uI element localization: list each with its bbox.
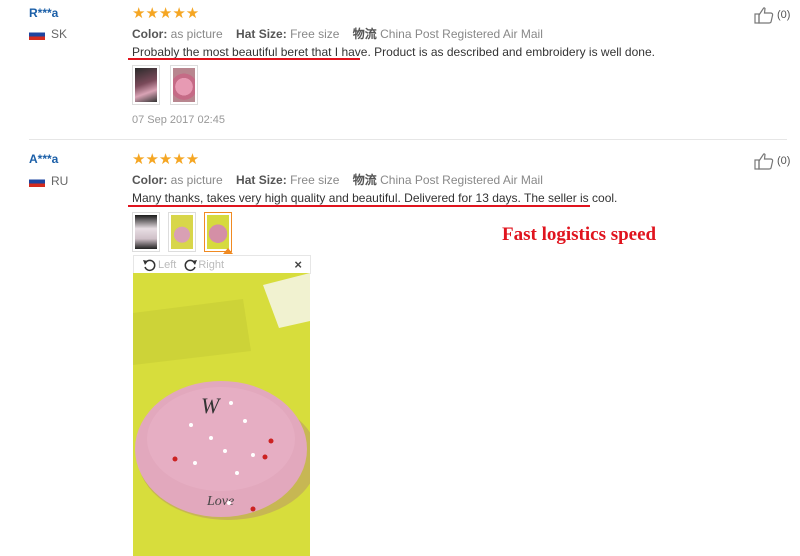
- shipping-value: China Post Registered Air Mail: [380, 27, 543, 41]
- thumbs-up-icon: [754, 153, 774, 170]
- annotation-underline: [128, 58, 360, 60]
- rating-stars: ★★★★★: [132, 151, 200, 168]
- close-icon[interactable]: ×: [294, 257, 302, 272]
- hat-size-value: Free size: [290, 173, 340, 187]
- annotation-underline: [128, 205, 590, 207]
- reviewer-country: RU: [29, 174, 68, 188]
- like-count: (0): [777, 155, 791, 167]
- thumbs-up-icon: [754, 7, 774, 24]
- color-value: as picture: [170, 173, 223, 187]
- svg-text:W: W: [201, 393, 221, 418]
- review-attributes: Color: as picture Hat Size: Free size 物流…: [132, 173, 543, 187]
- reviewer-name[interactable]: A***a: [29, 152, 58, 166]
- review-photos: [132, 212, 232, 252]
- enlarged-review-photo: W Love: [133, 273, 310, 556]
- review-photo-thumb-selected[interactable]: [204, 212, 232, 252]
- review-separator: [29, 139, 787, 140]
- review-photo-thumb[interactable]: [168, 212, 196, 252]
- rotate-left-icon: [143, 259, 156, 271]
- review-photos: [132, 65, 198, 105]
- like-button[interactable]: (0): [754, 152, 790, 170]
- flag-sk-icon: [29, 28, 45, 40]
- rotate-left-button[interactable]: Left: [142, 258, 176, 272]
- like-count: (0): [777, 9, 791, 21]
- pointer-arrow-icon: [223, 248, 233, 254]
- beret-photo: W Love: [133, 273, 310, 556]
- review-photo-thumb[interactable]: [132, 65, 160, 105]
- shipping-value: China Post Registered Air Mail: [380, 173, 543, 187]
- flag-ru-icon: [29, 175, 45, 187]
- review-text: Probably the most beautiful beret that I…: [132, 45, 655, 59]
- rating-stars: ★★★★★: [132, 5, 200, 22]
- review-photo-thumb[interactable]: [170, 65, 198, 105]
- reviewer-country: SK: [29, 27, 67, 41]
- review-text: Many thanks, takes very high quality and…: [132, 191, 618, 205]
- rotate-right-button[interactable]: Right: [182, 258, 224, 272]
- color-value: as picture: [170, 27, 223, 41]
- review-date: 07 Sep 2017 02:45: [132, 114, 225, 126]
- photo-viewer-toolbar: Left Right ×: [133, 255, 311, 274]
- country-code: RU: [51, 174, 69, 188]
- review-photo-thumb[interactable]: [132, 212, 160, 252]
- rotate-right-icon: [184, 259, 198, 271]
- annotation-text: Fast logistics speed: [502, 224, 657, 245]
- like-button[interactable]: (0): [754, 6, 790, 24]
- review-attributes: Color: as picture Hat Size: Free size 物流…: [132, 27, 543, 41]
- country-code: SK: [51, 27, 68, 41]
- reviewer-name[interactable]: R***a: [29, 6, 58, 20]
- hat-size-value: Free size: [290, 27, 340, 41]
